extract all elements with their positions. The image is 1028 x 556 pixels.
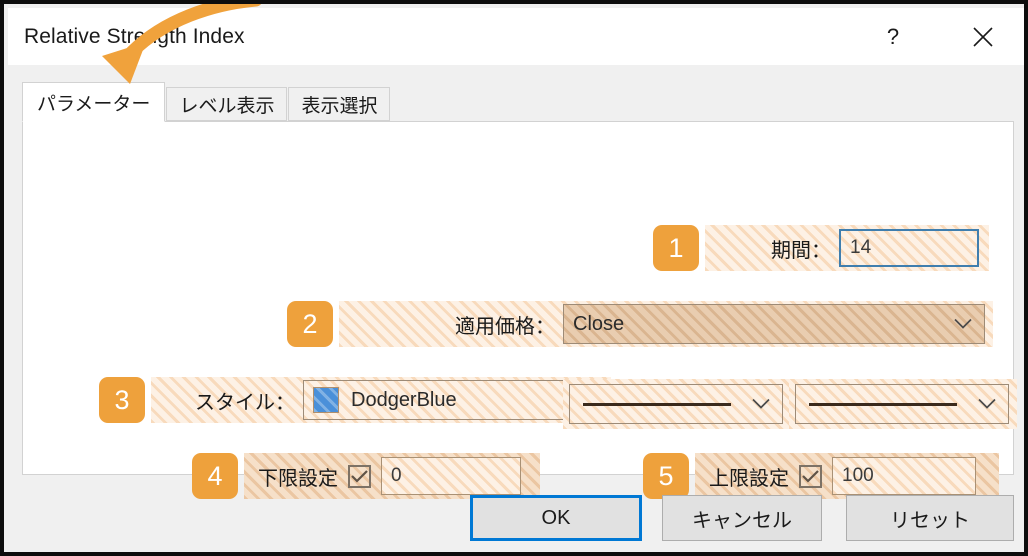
tab-parameters-label: パラメーター xyxy=(37,93,151,115)
style-label: スタイル： xyxy=(195,391,295,414)
step-badge-2: 2 xyxy=(287,301,333,347)
step-badge-1: 1 xyxy=(653,225,699,271)
dialog-body: パラメーター レベル表示 表示選択 1 期間： 14 2 適用価格： Close… xyxy=(8,65,1024,552)
line-width-dropdown[interactable] xyxy=(569,384,783,424)
applied-price-dropdown[interactable]: Close xyxy=(563,304,985,344)
tab-levels-label: レベル表示 xyxy=(179,95,275,117)
style-color-dropdown[interactable]: DodgerBlue xyxy=(303,380,597,420)
dialog-footer: OK キャンセル リセット xyxy=(8,483,1024,552)
chevron-down-icon xyxy=(752,393,770,416)
reset-button-label: リセット xyxy=(890,509,970,532)
solid-line-icon xyxy=(583,402,731,406)
row-period: 1 期間： 14 xyxy=(653,225,989,271)
close-icon[interactable] xyxy=(959,12,1007,62)
tab-parameters[interactable]: パラメーター xyxy=(22,82,166,122)
parameters-panel: 1 期間： 14 2 適用価格： Close 3 スタイル： DodgerBlu… xyxy=(22,121,1017,499)
row-line-width xyxy=(557,379,791,429)
help-icon[interactable]: ? xyxy=(869,12,917,62)
step-badge-3: 3 xyxy=(99,377,145,423)
applied-price-highlight: 適用価格： Close xyxy=(339,301,993,347)
page-title: Relative Strength Index xyxy=(24,25,245,48)
applied-price-label: 適用価格： xyxy=(455,315,555,338)
style-color-value: DodgerBlue xyxy=(351,388,457,411)
reset-button[interactable]: リセット xyxy=(846,495,1014,541)
tab-visualization-label: 表示選択 xyxy=(301,95,378,117)
ok-button-label: OK xyxy=(541,506,571,529)
close-glyph xyxy=(973,27,993,47)
title-bar: Relative Strength Index ? xyxy=(8,8,1024,65)
period-highlight: 期間： 14 xyxy=(705,225,989,271)
chevron-down-icon xyxy=(954,313,972,336)
check-icon xyxy=(802,469,819,483)
tab-visualization[interactable]: 表示選択 xyxy=(288,87,391,121)
line-width-highlight xyxy=(563,379,791,429)
ok-button[interactable]: OK xyxy=(470,495,642,541)
help-glyph: ? xyxy=(886,24,900,49)
cancel-button-label: キャンセル xyxy=(692,509,792,532)
chevron-down-icon xyxy=(978,393,996,416)
solid-line-icon xyxy=(809,402,957,406)
tab-levels[interactable]: レベル表示 xyxy=(166,87,288,121)
row-line-style xyxy=(783,379,1017,429)
cancel-button[interactable]: キャンセル xyxy=(662,495,822,541)
rsi-settings-dialog: Relative Strength Index ? パラメーター レベル表示 表… xyxy=(0,0,1028,556)
style-highlight: スタイル： DodgerBlue xyxy=(151,377,611,423)
period-label: 期間： xyxy=(771,239,831,262)
line-style-dropdown[interactable] xyxy=(795,384,1009,424)
applied-price-value: Close xyxy=(573,312,625,335)
period-input[interactable]: 14 xyxy=(839,229,979,267)
row-applied-price: 2 適用価格： Close xyxy=(287,301,993,347)
row-style: 3 スタイル： DodgerBlue xyxy=(99,377,611,423)
color-swatch-icon xyxy=(313,387,339,413)
line-style-highlight xyxy=(789,379,1017,429)
tab-strip: パラメーター レベル表示 表示選択 xyxy=(22,82,391,122)
check-icon xyxy=(351,469,368,483)
